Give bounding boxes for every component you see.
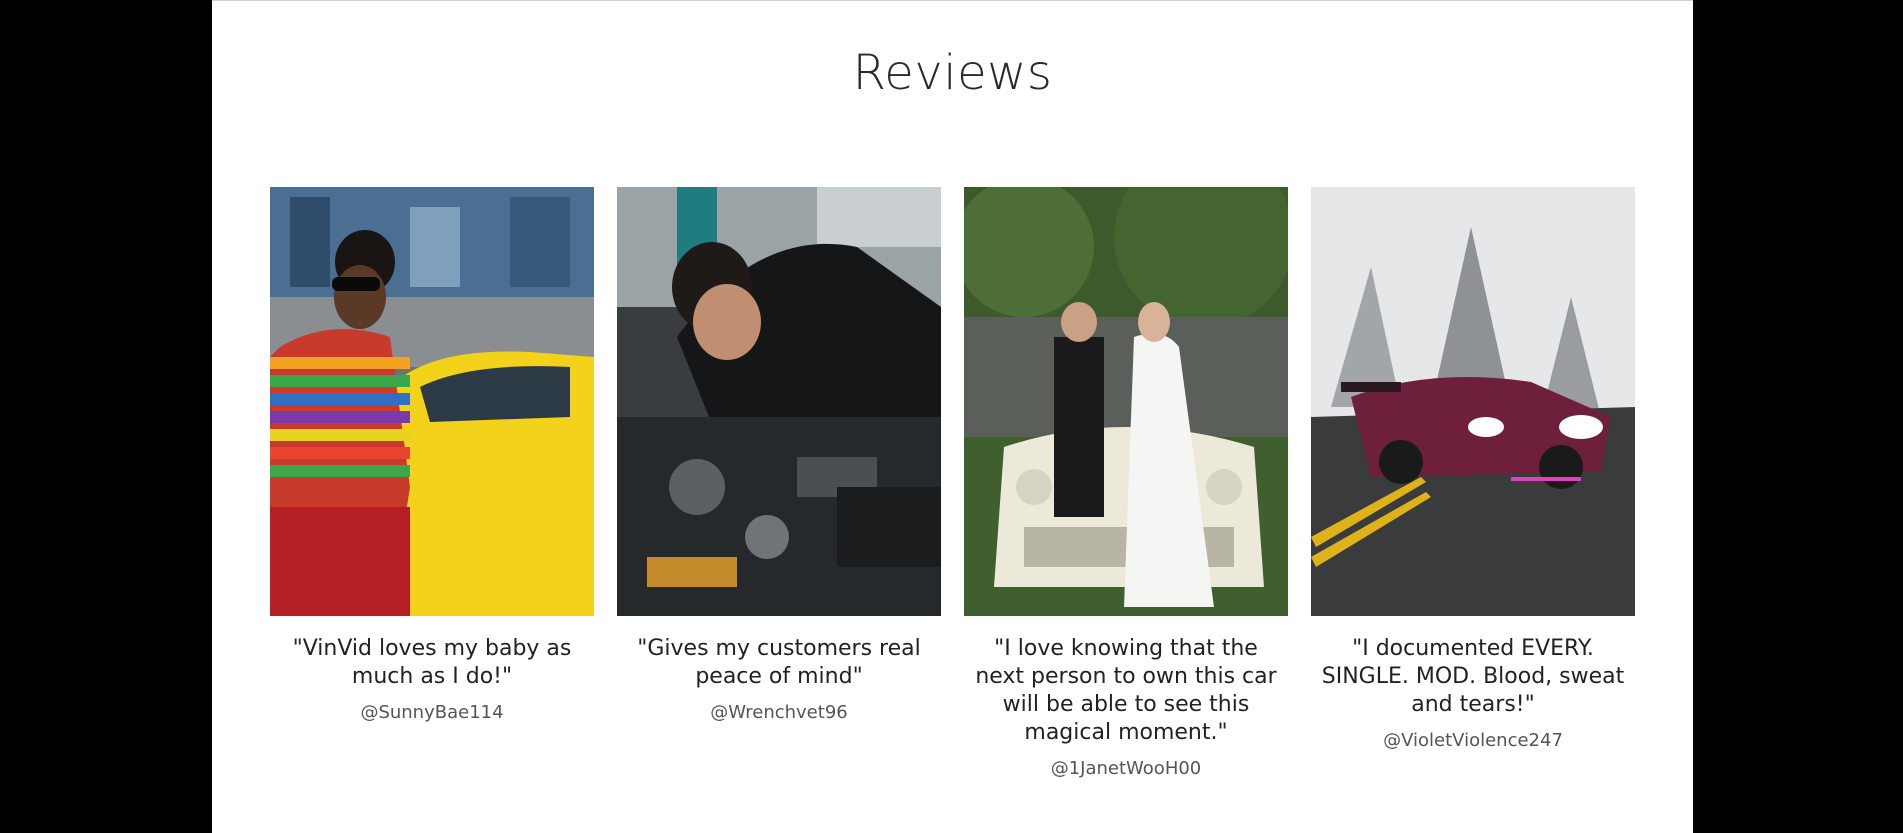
review-quote: "I documented EVERY. SINGLE. MOD. Blood,…	[1321, 636, 1625, 717]
review-quote: "Gives my customers real peace of mind"	[637, 636, 921, 689]
review-card: "I love knowing that the next person to …	[964, 187, 1288, 781]
review-quote: "VinVid loves my baby as much as I do!"	[292, 636, 572, 689]
review-quote: "I love knowing that the next person to …	[975, 636, 1277, 745]
reviews-section: Reviews "VinVid loves my baby as much as…	[212, 0, 1693, 833]
review-handle: @VioletViolence247	[1383, 730, 1563, 751]
review-photo	[617, 187, 941, 616]
review-photo	[964, 187, 1288, 616]
review-handle: @SunnyBae114	[360, 702, 504, 723]
review-handle: @1JanetWooH00	[1050, 758, 1202, 779]
review-card: "VinVid loves my baby as much as I do!" …	[270, 187, 594, 725]
review-handle: @Wrenchvet96	[710, 702, 848, 723]
review-card: "I documented EVERY. SINGLE. MOD. Blood,…	[1311, 187, 1635, 753]
review-photo	[1311, 187, 1635, 616]
section-title: Reviews	[852, 45, 1053, 101]
review-photo	[270, 187, 594, 616]
review-card: "Gives my customers real peace of mind" …	[617, 187, 941, 725]
